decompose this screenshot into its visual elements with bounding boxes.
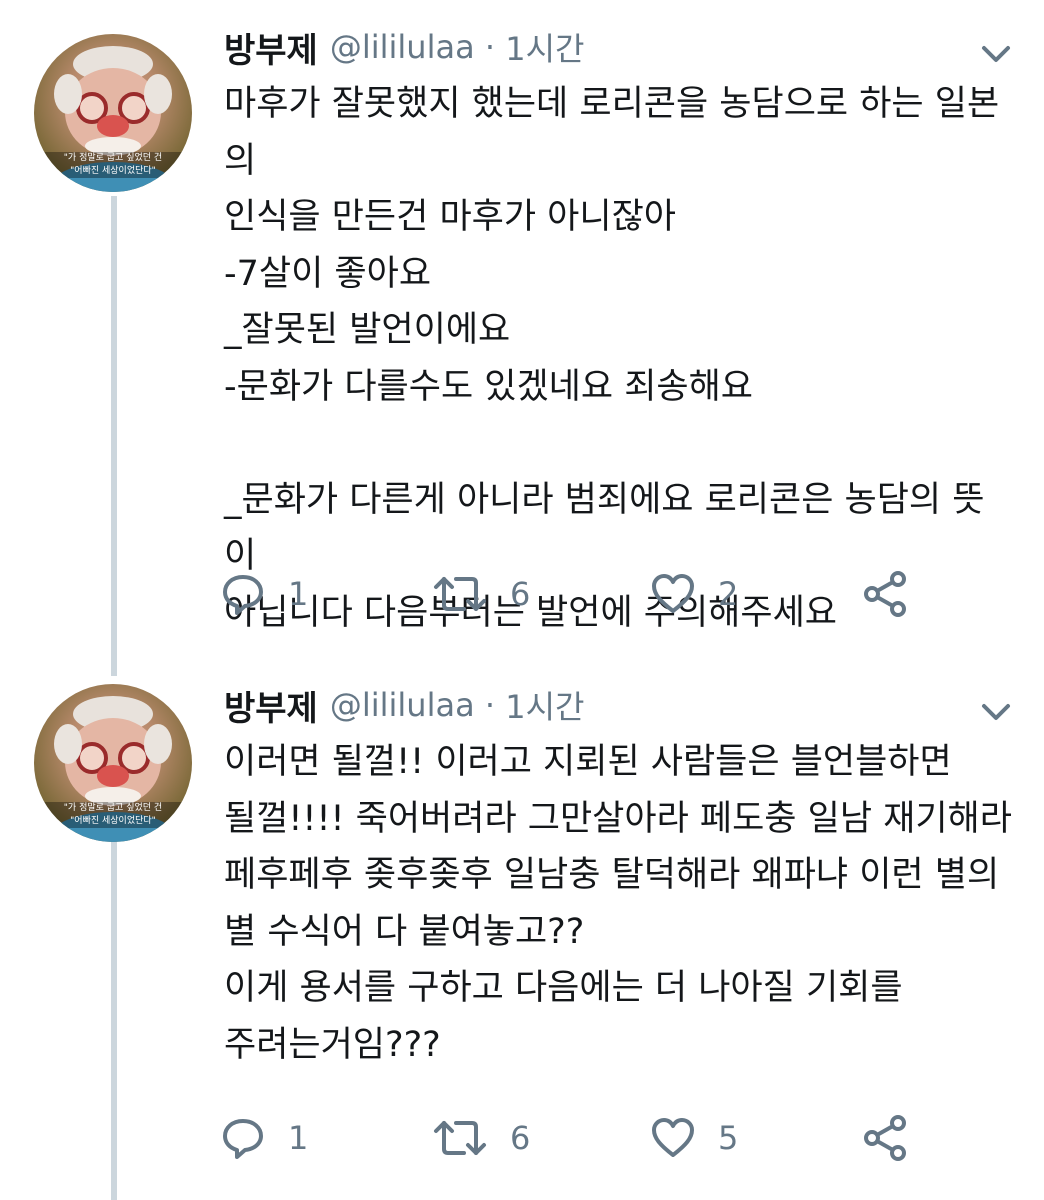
retweet-button[interactable]: 6 bbox=[432, 566, 530, 622]
tweet-actions: 1 6 5 bbox=[220, 1110, 1020, 1166]
tweet-header: 방부제 @lililulaa · 1시간 bbox=[224, 680, 584, 730]
retweet-button[interactable]: 6 bbox=[432, 1110, 530, 1166]
avatar[interactable]: "가 정말로 굽고 싶었던 건 "어빠진 세상이었단다" bbox=[34, 684, 192, 842]
timestamp[interactable]: 1시간 bbox=[505, 682, 584, 728]
reply-icon bbox=[220, 571, 266, 617]
chevron-down-icon[interactable] bbox=[976, 692, 1016, 732]
tweet-text: 마후가 잘못했지 했는데 로리콘을 농담으로 하는 일본의 인식을 만든건 마후… bbox=[224, 84, 1000, 633]
like-button[interactable]: 2 bbox=[650, 566, 738, 622]
share-button[interactable] bbox=[860, 1110, 910, 1166]
handle[interactable]: @lililulaa bbox=[330, 686, 475, 724]
reply-button[interactable]: 1 bbox=[220, 566, 308, 622]
avatar[interactable]: "가 정말로 굽고 싶었던 건 "어빠진 세상이었단다" bbox=[34, 34, 192, 192]
display-name[interactable]: 방부제 bbox=[224, 681, 318, 730]
avatar-caption: "가 정말로 굽고 싶었던 건 "어빠진 세상이었단다" bbox=[34, 802, 192, 828]
heart-icon bbox=[650, 571, 696, 617]
like-count: 2 bbox=[718, 575, 739, 613]
handle[interactable]: @lililulaa bbox=[330, 28, 475, 66]
reply-count: 1 bbox=[288, 1119, 309, 1157]
reply-icon bbox=[220, 1115, 266, 1161]
chevron-down-icon[interactable] bbox=[976, 34, 1016, 74]
retweet-icon bbox=[432, 1115, 488, 1161]
retweet-count: 6 bbox=[510, 1119, 531, 1157]
meta-separator: · bbox=[474, 686, 506, 724]
share-icon bbox=[860, 1113, 910, 1163]
retweet-icon bbox=[432, 571, 488, 617]
like-button[interactable]: 5 bbox=[650, 1110, 738, 1166]
heart-icon bbox=[650, 1115, 696, 1161]
tweet-actions: 1 6 2 bbox=[220, 566, 1020, 622]
reply-button[interactable]: 1 bbox=[220, 1110, 308, 1166]
tweet-text: 이러면 될껄!! 이러고 지뢰된 사람들은 블언블하면 될껄!!!! 죽어버려라… bbox=[224, 742, 1012, 1065]
retweet-count: 6 bbox=[510, 575, 531, 613]
share-icon bbox=[860, 569, 910, 619]
meta-separator: · bbox=[474, 28, 506, 66]
like-count: 5 bbox=[718, 1119, 739, 1157]
tweet-header: 방부제 @lililulaa · 1시간 bbox=[224, 22, 584, 72]
avatar-caption: "가 정말로 굽고 싶었던 건 "어빠진 세상이었단다" bbox=[34, 152, 192, 178]
thread-connector bbox=[111, 840, 117, 1200]
timestamp[interactable]: 1시간 bbox=[505, 24, 584, 70]
thread-connector bbox=[111, 196, 117, 676]
share-button[interactable] bbox=[860, 566, 910, 622]
display-name[interactable]: 방부제 bbox=[224, 23, 318, 72]
reply-count: 1 bbox=[288, 575, 309, 613]
